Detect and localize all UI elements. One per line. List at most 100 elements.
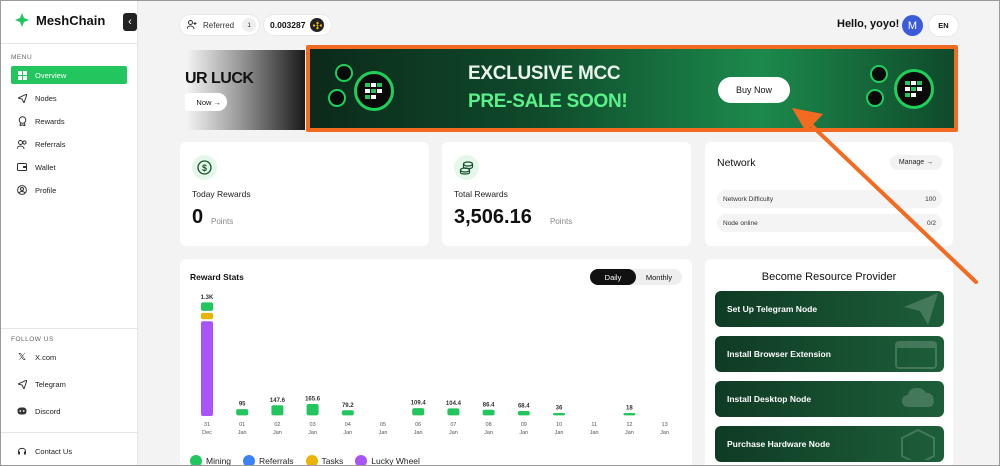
brand-name: MeshChain (36, 12, 106, 28)
social-link-x[interactable]: 𝕏 X.com (11, 348, 127, 366)
meshchain-coin-icon (354, 71, 394, 111)
toggle-monthly[interactable]: Monthly (636, 269, 682, 285)
svg-text:$: $ (202, 163, 207, 173)
collapse-sidebar-button[interactable]: ‹ (123, 13, 137, 31)
bar-value-label: 1.3K (201, 295, 214, 301)
x-tick-month: Jan (379, 430, 388, 436)
x-tick-month: Jan (343, 430, 352, 436)
x-tick-month: Jan (625, 430, 634, 436)
banner-title: EXCLUSIVE MCC (468, 63, 621, 84)
social-link-telegram[interactable]: Telegram (11, 375, 127, 393)
install-browser-extension-button[interactable]: Install Browser Extension (715, 336, 944, 372)
legend-item-tasks[interactable]: Tasks (305, 455, 343, 466)
toggle-daily[interactable]: Daily (590, 269, 636, 285)
bar-value-label: 165.6 (305, 397, 321, 403)
profile-icon (17, 185, 27, 195)
legend-swatch (355, 455, 368, 466)
referred-pill[interactable]: Referred 1 (180, 15, 259, 35)
chevron-left-icon: ‹ (128, 16, 132, 28)
headset-icon (17, 446, 27, 456)
previous-banner-slide[interactable]: OUR LUCK Now → (185, 50, 305, 130)
social-link-discord[interactable]: Discord (11, 402, 127, 420)
x-tick-day: 09 (521, 422, 527, 428)
x-tick-day: 07 (450, 422, 456, 428)
legend-swatch (305, 455, 318, 466)
x-tick-day: 06 (415, 422, 421, 428)
bar-segment-mining (306, 404, 319, 416)
social-link-label: Discord (35, 406, 61, 416)
banner-subtitle: PRE-SALE SOON! (468, 91, 628, 112)
award-icon (17, 116, 27, 126)
previous-banner-button[interactable]: Now → (185, 93, 227, 111)
bar-segment-mining (201, 302, 213, 311)
menu-heading: MENU (11, 54, 33, 61)
balance-value: 0.003287 (270, 20, 306, 30)
period-toggle: Daily Monthly (590, 269, 682, 285)
purchase-hardware-node-button[interactable]: Purchase Hardware Node (715, 426, 944, 462)
sidebar-item-nodes[interactable]: Nodes (11, 89, 127, 107)
legend-item-mining[interactable]: Mining (190, 455, 231, 466)
total-rewards-unit: Points (550, 217, 573, 226)
reward-stats-title: Reward Stats (190, 272, 244, 282)
bar-value-label: 109.4 (411, 401, 427, 407)
bar-value-label: 95 (239, 402, 246, 408)
grid-icon (17, 70, 27, 80)
bar-segment-mining (517, 411, 530, 416)
set-up-telegram-node-button[interactable]: Set Up Telegram Node (715, 291, 944, 327)
sidebar-item-referrals[interactable]: Referrals (11, 135, 127, 153)
bar-segment-mining (553, 413, 565, 416)
x-tick-day: 13 (662, 422, 668, 428)
sidebar-item-profile[interactable]: Profile (11, 181, 127, 199)
network-row-value: 0/2 (926, 219, 936, 227)
legend-item-lucky-wheel[interactable]: Lucky Wheel (355, 455, 420, 466)
dollar-icon: $ (192, 155, 217, 180)
x-icon: 𝕏 (17, 351, 27, 363)
balance-pill[interactable]: 0.003287 (264, 15, 331, 35)
x-tick-day: 03 (310, 422, 316, 428)
wallet-icon (17, 162, 27, 172)
reward-stats-chart: 1.3K 31 Dec 95 01 Jan 147.6 02 Jan 165.6 03 Jan 79.2… (201, 295, 669, 436)
sidebar-item-overview[interactable]: Overview (11, 66, 127, 84)
total-rewards-card: Total Rewards 3,506.16 Points (442, 142, 691, 246)
desktop-icon (902, 387, 934, 407)
contact-label: Contact Us (35, 446, 73, 456)
network-row-label: Network Difficulty (723, 195, 774, 203)
mcc-presale-banner[interactable]: EXCLUSIVE MCC PRE-SALE SOON! Buy Now (310, 49, 954, 128)
x-tick-day: 04 (345, 422, 351, 428)
bar-segment-tasks (201, 312, 213, 320)
provider-button-label: Purchase Hardware Node (727, 439, 830, 449)
buy-now-button[interactable]: Buy Now (718, 77, 790, 103)
meshchain-logo-icon (15, 13, 29, 27)
sidebar-item-label: Nodes (35, 93, 57, 103)
social-link-label: X.com (35, 352, 57, 362)
bar-value-label: 18 (626, 406, 633, 412)
provider-button-label: Set Up Telegram Node (727, 304, 818, 314)
install-desktop-node-button[interactable]: Install Desktop Node (715, 381, 944, 417)
bar-segment-mining (447, 408, 460, 416)
network-row-label: Node online (723, 219, 758, 227)
sidebar-item-wallet[interactable]: Wallet (11, 158, 127, 176)
brand-logo[interactable]: MeshChain (14, 12, 105, 28)
total-rewards-label: Total Rewards (454, 189, 508, 199)
legend-label: Lucky Wheel (371, 456, 420, 466)
social-link-label: Telegram (35, 379, 66, 389)
language-selector[interactable]: EN (929, 15, 958, 36)
divider (0, 328, 138, 329)
mcc-presale-banner-highlight: EXCLUSIVE MCC PRE-SALE SOON! Buy Now (306, 45, 958, 132)
coins-stack-icon (454, 155, 479, 180)
sidebar-item-rewards[interactable]: Rewards (11, 112, 127, 130)
manage-button[interactable]: Manage → (890, 155, 942, 170)
x-tick-month: Jan (414, 430, 423, 436)
total-rewards-value: 3,506.16 (454, 206, 532, 228)
meshchain-coin-icon (894, 69, 934, 109)
contact-us-link[interactable]: Contact Us (11, 442, 127, 460)
legend-item-referrals[interactable]: Referrals (243, 455, 294, 466)
x-tick-month: Jan (238, 430, 247, 436)
avatar[interactable]: M (902, 15, 923, 36)
user-plus-icon (186, 19, 197, 31)
x-tick-day: 01 (239, 422, 245, 428)
divider (0, 432, 138, 433)
send-icon (17, 93, 27, 103)
bar-segment-mining (271, 405, 284, 416)
sidebar-item-label: Overview (35, 70, 67, 80)
